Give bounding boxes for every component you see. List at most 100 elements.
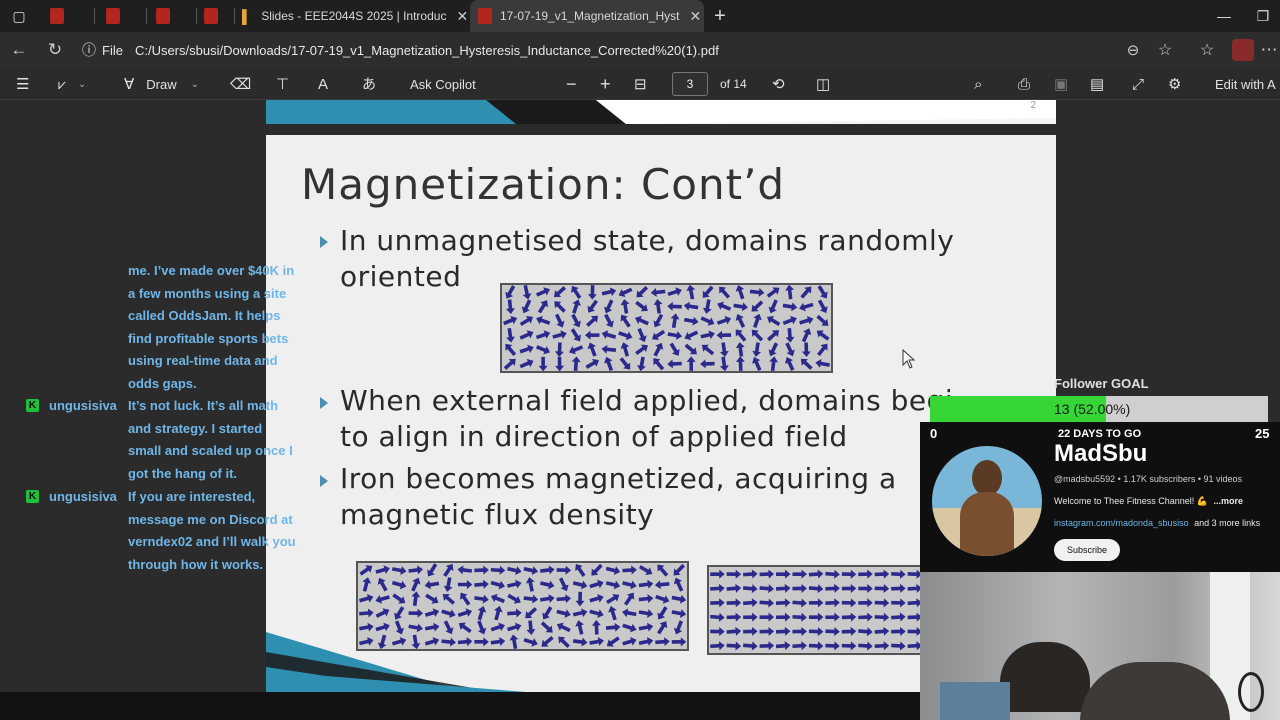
tab-pdf-3[interactable] — [156, 0, 196, 32]
domain-arrow — [776, 612, 791, 622]
domain-arrow — [799, 302, 814, 312]
domain-arrow — [653, 358, 665, 371]
read-aloud-icon[interactable]: A — [318, 68, 328, 100]
tab-actions-icon[interactable]: ▢ — [0, 0, 38, 32]
subscribe-button[interactable]: Subscribe — [1054, 539, 1120, 561]
tab-pdf-4[interactable] — [204, 0, 234, 32]
text-box-icon[interactable]: ⊤ — [276, 68, 289, 100]
minimize-icon[interactable]: — — [1202, 0, 1246, 32]
domain-arrow — [569, 345, 584, 355]
domain-arrow — [743, 612, 758, 622]
domain-arrow — [505, 285, 516, 299]
close-tab-icon[interactable]: ✕ — [446, 8, 468, 25]
edit-with-button[interactable]: Edit with A — [1215, 68, 1280, 100]
highlight-icon[interactable]: ⩗ ⌄ — [58, 68, 86, 100]
domain-arrow — [686, 356, 696, 371]
domain-arrow — [623, 592, 635, 606]
zoom-icon[interactable]: ⊖ — [1116, 32, 1150, 68]
ask-copilot-button[interactable]: Ask Copilot — [410, 68, 476, 100]
webcam-feed — [920, 572, 1280, 720]
url-text: C:/Users/sbusi/Downloads/17-07-19_v1_Mag… — [134, 42, 719, 58]
search-icon[interactable]: ⌕ — [974, 68, 982, 100]
page-total: of 14 — [720, 77, 747, 91]
tab-pdf-2[interactable] — [106, 0, 146, 32]
domain-arrow — [670, 313, 680, 329]
domain-arrow — [800, 358, 813, 370]
domain-arrow — [457, 608, 473, 617]
domain-arrow — [408, 565, 424, 575]
domain-arrow — [792, 583, 807, 593]
zoom-out-icon[interactable]: − — [566, 68, 577, 100]
domain-arrow — [474, 594, 489, 604]
print-icon[interactable]: ⎙ — [1018, 68, 1030, 100]
settings-gear-icon[interactable]: ⚙ — [1168, 68, 1181, 100]
fullscreen-icon[interactable]: ⤢ — [1132, 68, 1144, 100]
refresh-icon[interactable]: ↻ — [38, 32, 72, 68]
domain-arrow — [735, 329, 747, 342]
channel-avatar[interactable] — [932, 446, 1042, 556]
domain-arrow — [575, 591, 585, 607]
domain-arrow — [522, 285, 532, 300]
goal-max: 25 — [1255, 426, 1270, 441]
domain-arrow — [507, 593, 521, 604]
tab-active-pdf[interactable]: 17-07-19_v1_Magnetization_Hyst ✕ — [470, 0, 704, 32]
domain-arrow — [874, 612, 890, 622]
domain-arrow — [719, 356, 729, 371]
fit-page-icon[interactable]: ⊟ — [634, 68, 647, 100]
favorite-star-icon[interactable]: ☆ — [1148, 32, 1182, 68]
domain-arrow — [556, 609, 571, 619]
zoom-in-icon[interactable]: + — [600, 68, 611, 100]
domain-arrow — [785, 285, 795, 300]
more-links[interactable]: and 3 more links — [1194, 518, 1260, 528]
domain-arrow — [653, 299, 663, 314]
domain-arrow — [769, 356, 779, 371]
domain-arrow — [490, 580, 506, 590]
domain-arrow — [542, 606, 553, 620]
channel-name[interactable]: MadSbu — [1054, 440, 1147, 468]
bullet-marker-icon — [320, 397, 328, 409]
tab-slides[interactable]: ▌ Slides - EEE2044S 2025 | Introduc ✕ — [242, 0, 468, 32]
rotate-icon[interactable]: ⟲ — [772, 68, 785, 100]
more-menu-icon[interactable]: ⋯ — [1258, 32, 1280, 68]
eraser-icon[interactable]: ⌫ — [230, 68, 251, 100]
chat-message-continued: me. I’ve made over $40K in a few months … — [128, 260, 318, 395]
follower-goal-title: Follower GOAL — [1054, 376, 1149, 391]
domain-arrow — [667, 287, 682, 297]
new-tab-icon[interactable]: + — [700, 0, 740, 32]
domain-arrow — [555, 356, 565, 371]
domain-arrow — [735, 342, 745, 357]
domain-arrow — [362, 577, 372, 592]
page-number-input[interactable]: 3 — [672, 72, 708, 96]
save-as-icon[interactable]: ▤ — [1090, 68, 1104, 100]
domain-arrow — [637, 328, 647, 343]
domain-arrow — [424, 580, 440, 590]
maximize-icon[interactable]: ❐ — [1246, 0, 1280, 32]
domain-arrow — [503, 358, 516, 370]
domain-arrow — [377, 577, 388, 592]
page-view-icon[interactable]: ◫ — [816, 68, 830, 100]
url-field[interactable]: ⓘ File C:/Users/sbusi/Downloads/17-07-19… — [82, 36, 1182, 64]
domain-arrow — [587, 299, 598, 313]
goal-min: 0 — [930, 426, 938, 441]
domain-arrow — [768, 299, 778, 314]
save-icon[interactable]: ▣ — [1054, 68, 1068, 100]
address-bar: ← ↻ ⓘ File C:/Users/sbusi/Downloads/17-0… — [0, 32, 1280, 68]
chat-message: It’s not luck. It’s all math and strateg… — [128, 395, 318, 485]
chat-line: me. I’ve made over $40K in — [128, 263, 295, 278]
domain-arrow — [638, 565, 653, 576]
tab-bar: ▢ ▌ Slides - EEE2044S 2025 | Introduc ✕ … — [0, 0, 1280, 32]
chat-line: called OddsJam. It helps — [128, 308, 281, 323]
tab-pdf-1[interactable] — [50, 0, 94, 32]
back-icon[interactable]: ← — [2, 32, 36, 68]
channel-link[interactable]: instagram.com/madonda_sbusiso — [1054, 518, 1189, 528]
pdf-toolbar: ☰ ⩗ ⌄ ∀ Draw ⌄ ⌫ ⊤ A あ Ask Copilot − + ⊟ … — [0, 68, 1280, 100]
profile-avatar[interactable] — [1232, 39, 1254, 61]
domain-arrow — [841, 598, 857, 608]
translate-icon[interactable]: あ — [362, 68, 376, 100]
more-link[interactable]: ...more — [1213, 496, 1243, 506]
contents-icon[interactable]: ☰ — [16, 68, 29, 100]
favorites-icon[interactable]: ☆ — [1190, 32, 1224, 68]
draw-button[interactable]: ∀ Draw ⌄ — [124, 68, 199, 100]
tab-separator — [234, 8, 235, 24]
domain-arrow — [841, 583, 857, 593]
